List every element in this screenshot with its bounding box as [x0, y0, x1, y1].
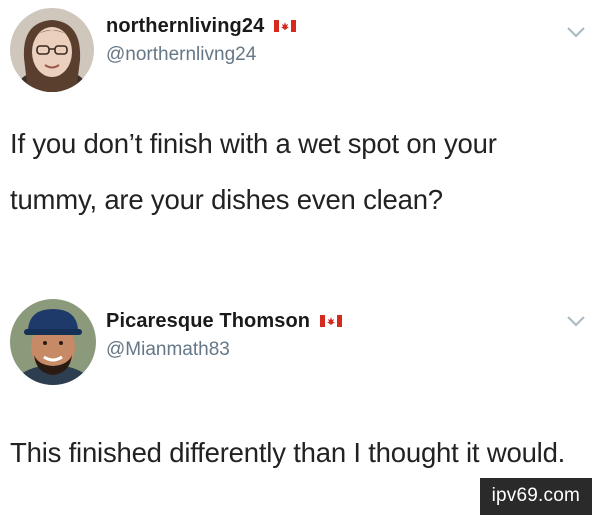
tweet-text: If you don’t finish with a wet spot on y… [10, 128, 497, 215]
avatar[interactable] [10, 8, 94, 92]
tweet-text: This finished differently than I thought… [10, 437, 566, 468]
display-name[interactable]: northernliving24 [106, 15, 264, 38]
tweet: northernliving24 @northernlivng24 If you… [0, 0, 600, 285]
watermark: ipv69.com [479, 478, 592, 515]
tweet-header: northernliving24 @northernlivng24 [106, 14, 297, 66]
tweet-header: Picaresque Thomson @Mianmath83 [106, 309, 343, 361]
user-handle[interactable]: @northernlivng24 [106, 44, 296, 66]
avatar-image [10, 8, 94, 92]
chevron-down-icon[interactable] [566, 315, 586, 327]
display-name[interactable]: Picaresque Thomson [106, 310, 310, 333]
name-row: northernliving24 [106, 14, 297, 38]
name-row: Picaresque Thomson [106, 309, 343, 333]
avatar[interactable] [10, 299, 96, 385]
user-handle[interactable]: @Mianmath83 [106, 339, 342, 361]
avatar-image [10, 299, 96, 385]
canada-flag-icon [274, 20, 297, 32]
chevron-down-icon[interactable] [566, 26, 586, 38]
canada-flag-icon [320, 315, 343, 327]
